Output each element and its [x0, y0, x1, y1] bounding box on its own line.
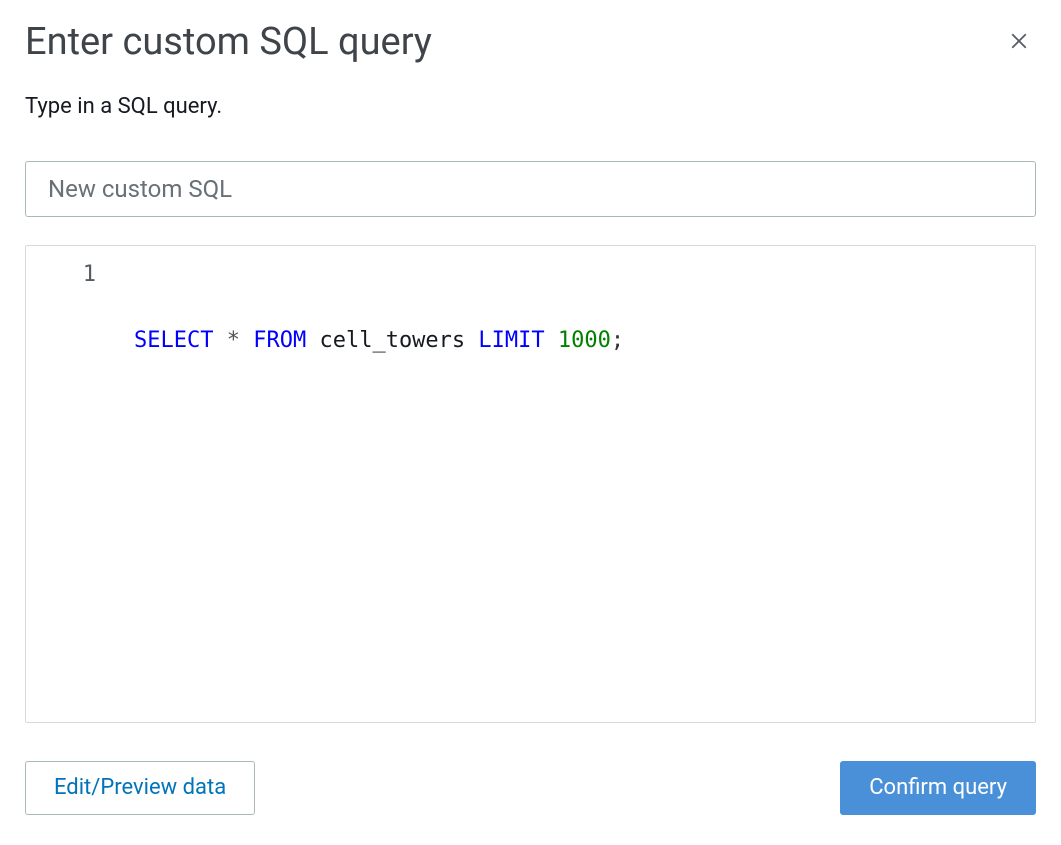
- code-line: SELECT * FROM cell_towers LIMIT 1000;: [134, 324, 1015, 357]
- edit-preview-button[interactable]: Edit/Preview data: [25, 761, 255, 816]
- dialog-subtitle: Type in a SQL query.: [25, 94, 1036, 119]
- editor-gutter: 1: [26, 246, 114, 722]
- close-icon: [1010, 32, 1028, 53]
- confirm-query-button[interactable]: Confirm query: [840, 761, 1036, 816]
- editor-code-area[interactable]: SELECT * FROM cell_towers LIMIT 1000;: [114, 246, 1035, 722]
- query-name-input[interactable]: [25, 161, 1036, 217]
- sql-editor[interactable]: 1 SELECT * FROM cell_towers LIMIT 1000;: [25, 245, 1036, 723]
- line-number: 1: [34, 258, 96, 291]
- dialog-title: Enter custom SQL query: [25, 20, 432, 66]
- close-button[interactable]: [1002, 24, 1036, 61]
